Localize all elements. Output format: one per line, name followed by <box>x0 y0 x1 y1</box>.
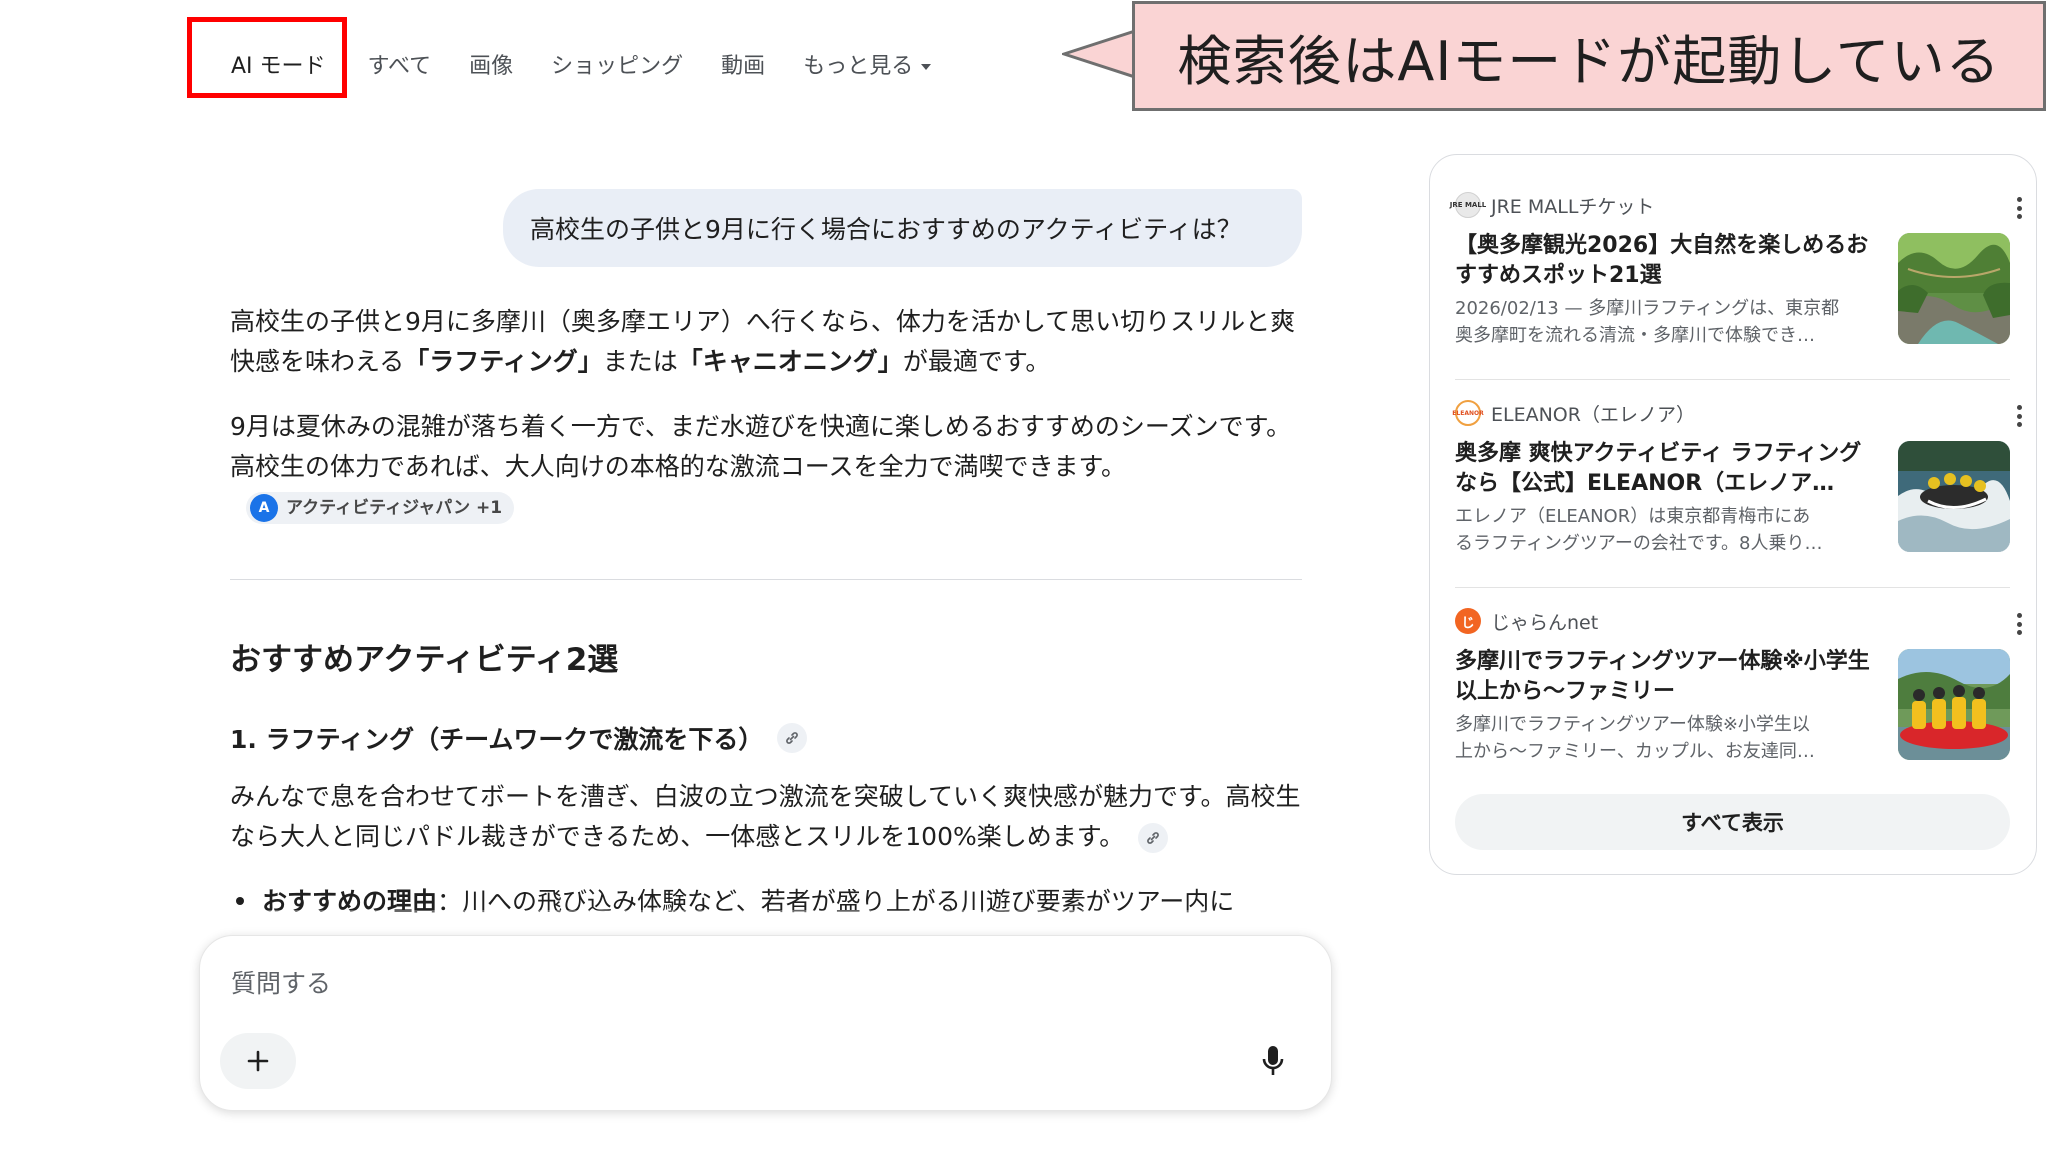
callout-pointer <box>1062 28 1138 80</box>
item-1-title: 1. ラフティング（チームワークで激流を下る） <box>230 720 808 756</box>
callout-text: 検索後はAIモードが起動している <box>1177 29 2001 93</box>
activity-japan-logo-icon: A <box>250 494 278 522</box>
snippet-line: 多摩川でラフティングツアー体験※小学生以 <box>1455 714 1810 735</box>
sources-panel: JRE MALL JRE MALLチケット 【奥多摩観光2026】大自然を楽しめる… <box>1429 154 2037 875</box>
snippet-line: るラフティングツアーの会社です。8人乗り… <box>1455 533 1823 554</box>
link-icon[interactable] <box>1138 823 1169 853</box>
source-site-name: ELEANOR（エレノア） <box>1491 403 1695 426</box>
card-divider <box>1455 587 2010 588</box>
callout-annotation: 検索後はAIモードが起動している <box>1132 1 2046 111</box>
snippet-line: 奥多摩町を流れる清流・多摩川で体験でき… <box>1455 325 1815 346</box>
source-title[interactable]: 多摩川でラフティングツアー体験※小学生以上から～ファミリー <box>1455 647 1875 707</box>
user-query-bubble: 高校生の子供と9月に行く場合におすすめのアクティビティは？ <box>503 189 1302 267</box>
site-favicon-icon: ELEANOR <box>1452 400 1484 426</box>
answer-text: が最適です。 <box>902 347 1051 376</box>
item-1-body: みんなで息を合わせてボートを漕ぎ、白波の立つ激流を突破していく爽快感が魅力です。… <box>230 777 1310 857</box>
more-options-icon[interactable] <box>2017 613 2023 635</box>
section-divider <box>230 579 1302 580</box>
tab-more-label: もっと見る <box>803 54 914 79</box>
gorge-bridge-image[interactable] <box>1898 233 2010 344</box>
source-chip[interactable]: A アクティビティジャパン +1 <box>246 492 515 524</box>
plus-icon <box>247 1050 269 1072</box>
source-snippet: 2026/02/13 — 多摩川ラフティングは、東京都 奥多摩町を流れる清流・多摩… <box>1455 295 1875 349</box>
source-site-row: ELEANOR ELEANOR（エレノア） <box>1452 399 1695 427</box>
source-site-name: じゃらんnet <box>1491 611 1599 634</box>
snippet-line: エレノア（ELEANOR）は東京都青梅市にあ <box>1455 506 1811 527</box>
source-site-name: JRE MALLチケット <box>1491 195 1655 218</box>
caret-down-icon <box>921 64 932 70</box>
tab-more[interactable]: もっと見る <box>803 48 932 80</box>
source-site-row: JRE MALL JRE MALLチケット <box>1450 191 1655 219</box>
source-title[interactable]: 【奥多摩観光2026】大自然を楽しめるおすすめスポット21選 <box>1455 231 1875 291</box>
source-card[interactable]: じじゃらんnet 多摩川でラフティングツアー体験※小学生以上から～ファミリー 多… <box>1455 607 2022 785</box>
source-card[interactable]: ELEANOR ELEANOR（エレノア） 奥多摩 爽快アクティビティ ラフティン… <box>1452 399 2022 577</box>
answer-text: 9月は夏休みの混雑が落ち着く一方で、まだ水遊びを快適に楽しめるおすすめのシーズン… <box>230 412 1292 481</box>
show-all-button[interactable]: すべて表示 <box>1455 794 2010 850</box>
ask-input-box[interactable]: 質問する <box>199 935 1332 1111</box>
source-title[interactable]: 奥多摩 爽快アクティビティ ラフティングなら【公式】ELEANOR（エレノア… <box>1455 439 1875 499</box>
add-button[interactable] <box>220 1033 296 1089</box>
source-snippet: 多摩川でラフティングツアー体験※小学生以 上から～ファミリー、カップル、お友達同… <box>1455 711 1875 765</box>
tab-all[interactable]: すべて <box>368 48 432 80</box>
rafting-rapids-image[interactable] <box>1898 441 2010 552</box>
source-chip-label: アクティビティジャパン +1 <box>286 498 503 518</box>
bullet-dot-icon <box>236 897 244 905</box>
item-1-title-text: 1. ラフティング（チームワークで激流を下る） <box>230 725 764 754</box>
card-divider <box>1455 379 2010 380</box>
voice-input-button[interactable] <box>1255 1041 1291 1081</box>
more-options-icon[interactable] <box>2017 405 2023 427</box>
answer-text: または <box>602 347 678 376</box>
tab-shopping[interactable]: ショッピング <box>551 48 683 80</box>
microphone-icon <box>1262 1046 1284 1075</box>
tab-videos[interactable]: 動画 <box>721 48 765 80</box>
section-title: おすすめアクティビティ2選 <box>230 642 619 678</box>
snippet-line: 上から～ファミリー、カップル、お友達同… <box>1455 741 1815 762</box>
source-card[interactable]: JRE MALL JRE MALLチケット 【奥多摩観光2026】大自然を楽しめる… <box>1450 191 2022 369</box>
answer-paragraph-1: 高校生の子供と9月に多摩川（奥多摩エリア）へ行くなら、体力を活かして思い切りスリ… <box>230 302 1310 382</box>
source-snippet: エレノア（ELEANOR）は東京都青梅市にあ るラフティングツアーの会社です。8人… <box>1455 503 1875 557</box>
rafting-group-image[interactable] <box>1898 649 2010 760</box>
tab-images[interactable]: 画像 <box>469 48 513 80</box>
site-favicon-icon: JRE MALL <box>1450 192 1486 218</box>
source-site-row: じじゃらんnet <box>1455 607 1598 635</box>
site-favicon-icon: じ <box>1455 608 1481 634</box>
ask-input-placeholder[interactable]: 質問する <box>231 964 331 1000</box>
bold-rafting: 「ラフティング」 <box>404 347 603 376</box>
bold-canyoning: 「キャニオニング」 <box>677 347 903 376</box>
answer-paragraph-2: 9月は夏休みの混雑が落ち着く一方で、まだ水遊びを快適に楽しめるおすすめのシーズン… <box>230 407 1310 527</box>
more-options-icon[interactable] <box>2017 197 2023 219</box>
ai-mode-highlight-box <box>187 17 347 98</box>
link-icon[interactable] <box>777 723 808 753</box>
snippet-line: 2026/02/13 — 多摩川ラフティングは、東京都 <box>1455 298 1840 319</box>
